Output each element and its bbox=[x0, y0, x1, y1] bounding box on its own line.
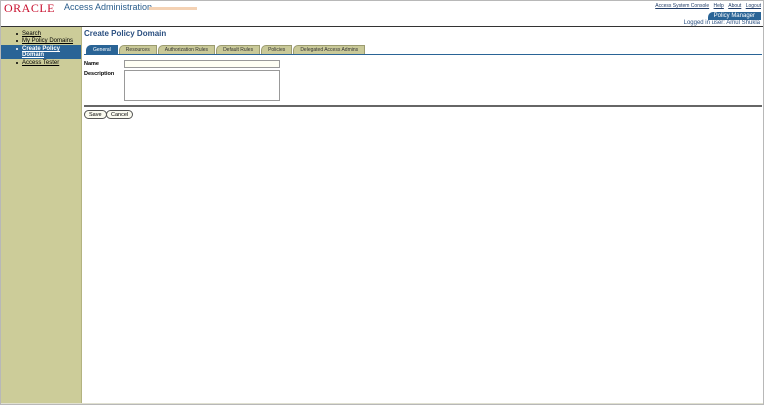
sidebar-item-create-policy-domain[interactable]: Create Policy Domain bbox=[1, 45, 81, 59]
bullet-icon bbox=[16, 62, 18, 64]
tab-general[interactable]: General bbox=[86, 45, 118, 54]
about-link[interactable]: About bbox=[728, 3, 741, 9]
tab-authorization-rules[interactable]: Authorization Rules bbox=[157, 45, 216, 54]
form-divider bbox=[84, 105, 762, 107]
help-link[interactable]: Help bbox=[714, 3, 724, 9]
sidebar-item-access-tester[interactable]: Access Tester bbox=[1, 60, 81, 66]
oracle-logo: ORACLE bbox=[4, 1, 55, 15]
tab-delegated-access-admins[interactable]: Delegated Access Admins bbox=[293, 45, 366, 54]
sidebar-item-search[interactable]: Search bbox=[1, 31, 81, 37]
sidebar: Search My Policy Domains Create Policy D… bbox=[1, 27, 82, 404]
sidebar-item-label[interactable]: Create Policy Domain bbox=[22, 46, 60, 58]
main-content: Create Policy Domain General Resources Aut… bbox=[84, 27, 762, 404]
brand-stripe-decoration bbox=[149, 7, 197, 10]
description-label: Description bbox=[84, 71, 115, 77]
logout-link[interactable]: Logout bbox=[746, 3, 761, 9]
tab-divider bbox=[84, 54, 762, 55]
sidebar-nav: Search My Policy Domains Create Policy D… bbox=[1, 27, 81, 66]
footer-divider bbox=[1, 403, 763, 404]
sidebar-item-label[interactable]: Access Tester bbox=[22, 60, 59, 66]
header-links: Access System Console Help About Logout bbox=[652, 3, 761, 9]
policy-manager-tab[interactable]: Policy Manager bbox=[707, 12, 761, 20]
tab-resources[interactable]: Resources bbox=[118, 45, 157, 54]
save-button[interactable]: Save bbox=[84, 110, 107, 119]
app-header: ORACLE Access Administration Access Syst… bbox=[1, 1, 763, 26]
access-system-console-link[interactable]: Access System Console bbox=[655, 3, 709, 9]
page-title: Create Policy Domain bbox=[84, 29, 167, 38]
sidebar-item-label[interactable]: Search bbox=[22, 31, 41, 37]
name-field[interactable] bbox=[124, 60, 280, 68]
sidebar-item-my-policy-domains[interactable]: My Policy Domains bbox=[1, 38, 81, 44]
bullet-icon bbox=[16, 40, 18, 42]
app-title: Access Administration bbox=[64, 2, 153, 12]
tab-default-rules[interactable]: Default Rules bbox=[216, 45, 261, 54]
cancel-button[interactable]: Cancel bbox=[106, 110, 134, 119]
tab-policies[interactable]: Policies bbox=[261, 45, 293, 54]
bullet-icon bbox=[16, 48, 18, 50]
policy-domain-tabs: General Resources Authorization Rules Defau… bbox=[86, 45, 366, 54]
name-label: Name bbox=[84, 61, 99, 67]
browser-frame: ORACLE Access Administration Access Syst… bbox=[0, 0, 764, 405]
sidebar-item-label[interactable]: My Policy Domains bbox=[22, 38, 73, 44]
bullet-icon bbox=[16, 33, 18, 35]
description-field[interactable] bbox=[124, 70, 280, 101]
